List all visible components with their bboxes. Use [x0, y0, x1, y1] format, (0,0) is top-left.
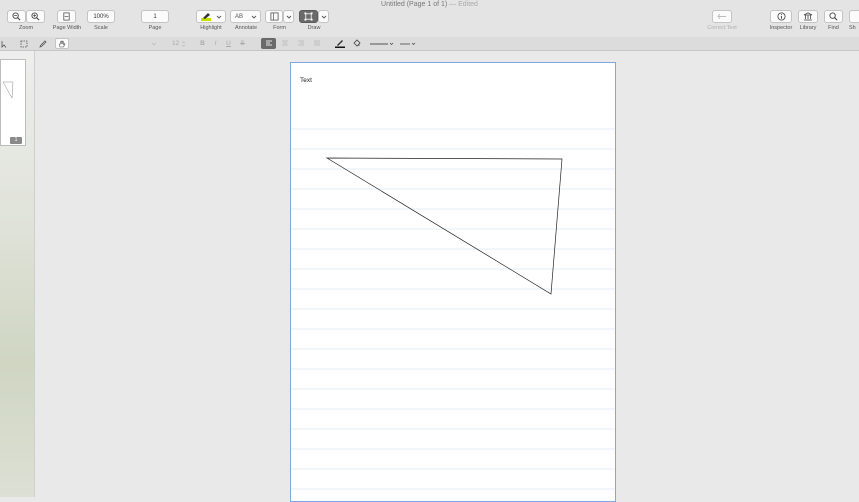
- highlight-button[interactable]: [196, 10, 226, 23]
- align-left-icon: [265, 40, 272, 46]
- draw-label: Draw: [307, 25, 321, 31]
- chevron-down-icon: [286, 15, 291, 19]
- draw-menu-button[interactable]: [318, 10, 329, 23]
- library-label: Library: [799, 25, 817, 31]
- hand-icon: [59, 40, 66, 47]
- line-style-icon: [370, 42, 394, 45]
- rect-select-icon: [20, 40, 28, 47]
- chevron-down-icon: [151, 42, 157, 46]
- pencil-tool[interactable]: [37, 38, 49, 49]
- zoom-in-button[interactable]: [26, 10, 45, 23]
- form-button[interactable]: [265, 10, 283, 23]
- highlighter-icon: [201, 13, 211, 21]
- italic-button[interactable]: I: [211, 38, 220, 49]
- document-title: Untitled (Page 1 of 1): [381, 1, 448, 8]
- strikethrough-icon: S: [240, 40, 245, 47]
- triangle-drawing[interactable]: [291, 63, 615, 501]
- pointer-tool[interactable]: [0, 38, 8, 49]
- form-icon: [269, 12, 279, 21]
- font-size-value: 12: [171, 40, 180, 47]
- pen-color-icon: [335, 40, 345, 48]
- draw-icon: [304, 12, 313, 21]
- italic-icon: I: [214, 40, 217, 47]
- page-label: Page: [148, 25, 162, 31]
- zoom-label: Zoom: [18, 25, 34, 31]
- library-button[interactable]: [798, 10, 818, 23]
- pointer-icon: [1, 40, 6, 48]
- library-icon: [803, 12, 813, 21]
- page-width-label: Page Width: [52, 25, 82, 31]
- find-label: Find: [828, 25, 839, 31]
- underline-icon: U: [226, 40, 231, 47]
- page-field[interactable]: 1: [141, 10, 169, 23]
- pen-color-button[interactable]: [333, 38, 347, 49]
- chevron-down-icon: [216, 15, 222, 19]
- fill-color-button[interactable]: [349, 38, 363, 49]
- thumbnail-page-number: 1: [10, 137, 22, 144]
- chevron-down-icon: [251, 15, 257, 19]
- zoom-out-icon: [12, 12, 21, 21]
- strikethrough-button[interactable]: S: [238, 38, 247, 49]
- correct-text-button[interactable]: [712, 10, 732, 23]
- align-right-icon: [298, 40, 304, 46]
- rect-select-tool[interactable]: [18, 38, 30, 49]
- info-icon: [776, 12, 786, 21]
- window-title: Untitled (Page 1 of 1) — Edited: [0, 0, 859, 9]
- fill-color-icon: [352, 39, 361, 47]
- hand-tool[interactable]: [55, 38, 69, 49]
- page-thumbnail[interactable]: [0, 59, 26, 146]
- annotate-label: Annotate: [234, 25, 258, 31]
- search-icon: [829, 12, 838, 21]
- inspector-button[interactable]: [770, 10, 792, 23]
- bold-icon: B: [200, 40, 205, 47]
- align-left-button[interactable]: [261, 38, 276, 49]
- page-width-icon: [63, 12, 70, 21]
- annotate-text-icon: AB: [235, 13, 244, 20]
- font-size-field[interactable]: 12: [170, 38, 188, 49]
- scale-label: Scale: [94, 25, 108, 31]
- pencil-icon: [39, 39, 47, 48]
- toolbar: Untitled (Page 1 of 1) — Edited Zoom Pag…: [0, 0, 859, 38]
- font-size-stepper[interactable]: [150, 38, 158, 49]
- annotate-button[interactable]: AB: [230, 10, 261, 23]
- find-button[interactable]: [824, 10, 843, 23]
- align-center-icon: [282, 40, 288, 46]
- format-bar: 12 B I U S: [0, 37, 859, 51]
- justify-button[interactable]: [311, 38, 323, 49]
- share-label: Sh: [849, 25, 856, 31]
- chevron-updown-icon: [181, 40, 186, 47]
- thumbnail-sidebar: 1: [0, 51, 35, 497]
- zoom-out-button[interactable]: [7, 10, 26, 23]
- line-style-button[interactable]: [368, 38, 396, 49]
- bold-button[interactable]: B: [198, 38, 207, 49]
- edited-status: — Edited: [449, 1, 478, 8]
- highlight-label: Highlight: [200, 25, 222, 31]
- form-label: Form: [273, 25, 286, 31]
- form-menu-button[interactable]: [283, 10, 294, 23]
- draw-button[interactable]: [299, 10, 318, 23]
- correct-text-icon: [717, 13, 726, 20]
- underline-button[interactable]: U: [224, 38, 233, 49]
- justify-icon: [314, 40, 320, 46]
- line-end-button[interactable]: [398, 38, 418, 49]
- document-page[interactable]: Text: [290, 62, 616, 502]
- thumbnail-drawing: [2, 81, 14, 99]
- scale-field[interactable]: 100%: [87, 10, 115, 23]
- share-button[interactable]: [849, 10, 859, 23]
- correct-text-label: Correct Text: [707, 25, 737, 31]
- line-end-icon: [400, 42, 416, 45]
- zoom-in-icon: [31, 12, 40, 21]
- align-center-button[interactable]: [279, 38, 291, 49]
- chevron-down-icon: [321, 15, 326, 19]
- page-width-button[interactable]: [57, 10, 76, 23]
- align-right-button[interactable]: [295, 38, 307, 49]
